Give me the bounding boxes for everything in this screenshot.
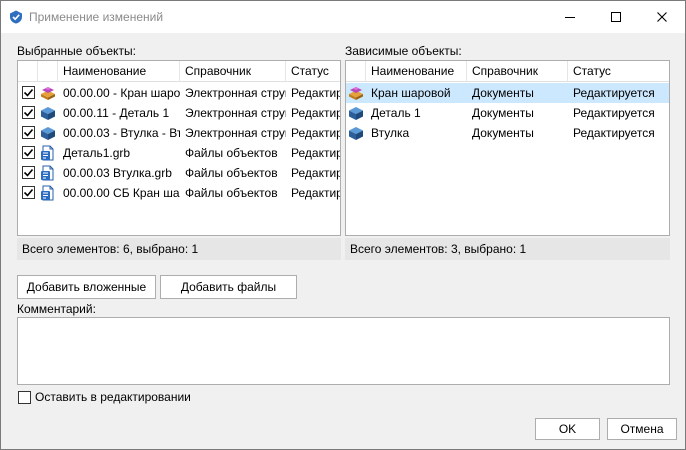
- list-header: Наименование Справочник Статус: [18, 61, 340, 82]
- part-icon: [40, 125, 56, 141]
- dialog-window: Применение изменений Выбранные объекты: …: [0, 0, 686, 450]
- file-icon: [40, 145, 56, 161]
- add-files-button[interactable]: Добавить файлы: [160, 275, 297, 299]
- column-header-reference[interactable]: Справочник: [180, 61, 286, 82]
- cell-status: Редактируется: [573, 126, 655, 140]
- table-row[interactable]: Втулка Документы Редактируется: [346, 123, 669, 143]
- list-header: Наименование Справочник Статус: [346, 61, 669, 82]
- cell-status: Редактируется: [573, 106, 655, 120]
- column-header-status[interactable]: Статус: [568, 61, 669, 82]
- dependent-objects-label: Зависимые объекты:: [345, 44, 462, 58]
- cell-reference: Документы: [472, 86, 534, 100]
- header-icon-column: [38, 61, 58, 82]
- cell-reference: Документы: [472, 106, 534, 120]
- cell-status: Редактируется: [291, 106, 340, 120]
- ok-button[interactable]: OK: [535, 418, 600, 440]
- add-nested-button[interactable]: Добавить вложенные: [17, 275, 156, 299]
- file-icon: [40, 165, 56, 181]
- dependent-objects-list[interactable]: Наименование Справочник Статус Кран шаро…: [345, 60, 670, 236]
- title-bar[interactable]: Применение изменений: [1, 1, 685, 33]
- cell-reference: Электронная структура изделий: [185, 106, 286, 120]
- cell-reference: Файлы объектов: [185, 146, 278, 160]
- row-checkbox[interactable]: [22, 186, 35, 199]
- row-checkbox[interactable]: [22, 126, 35, 139]
- cancel-button[interactable]: Отмена: [607, 418, 677, 440]
- cell-name: 00.00.03 Втулка.grb: [63, 166, 172, 180]
- comment-textarea[interactable]: [17, 317, 670, 385]
- cell-status: Редактируется: [291, 146, 340, 160]
- window-title: Применение изменений: [29, 10, 164, 24]
- assembly-icon: [40, 85, 56, 101]
- selected-objects-status: Всего элементов: 6, выбрано: 1: [17, 238, 341, 260]
- table-row[interactable]: 00.00.11 - Деталь 1 Электронная структура…: [18, 103, 340, 123]
- cell-reference: Электронная структура изделий: [185, 126, 286, 140]
- file-icon: [40, 185, 56, 201]
- cell-reference: Файлы объектов: [185, 166, 278, 180]
- minimize-button[interactable]: [547, 1, 593, 33]
- part-icon: [348, 105, 364, 121]
- keep-editing-label[interactable]: Оставить в редактировании: [35, 390, 191, 404]
- cell-reference: Файлы объектов: [185, 186, 278, 200]
- row-checkbox[interactable]: [22, 106, 35, 119]
- minimize-icon: [565, 17, 575, 18]
- header-icon-column: [346, 61, 366, 82]
- close-icon: [657, 12, 667, 22]
- column-header-name[interactable]: Наименование: [366, 61, 467, 82]
- cell-name: Деталь 1: [371, 106, 421, 120]
- table-row[interactable]: 00.00.03 - Втулка - Втулка Электронная ст…: [18, 123, 340, 143]
- cell-name: Втулка: [371, 126, 410, 140]
- comment-label: Комментарий:: [17, 302, 96, 316]
- cell-name: 00.00.11 - Деталь 1: [63, 106, 170, 120]
- part-icon: [348, 125, 364, 141]
- cell-status: Редактируется: [291, 186, 340, 200]
- close-button[interactable]: [639, 1, 685, 33]
- cell-name: Деталь1.grb: [63, 146, 131, 160]
- table-row[interactable]: Деталь 1 Документы Редактируется: [346, 103, 669, 123]
- assembly-icon: [348, 85, 364, 101]
- maximize-button[interactable]: [593, 1, 639, 33]
- column-header-status[interactable]: Статус: [286, 61, 340, 82]
- part-icon: [40, 105, 56, 121]
- cell-reference: Документы: [472, 126, 534, 140]
- table-row[interactable]: 00.00.00 - Кран шаровой Электронная струк…: [18, 83, 340, 103]
- header-check-column: [18, 61, 38, 82]
- dependent-objects-status: Всего элементов: 3, выбрано: 1: [345, 238, 670, 260]
- table-row[interactable]: 00.00.03 Втулка.grb Файлы объектов Редакти…: [18, 163, 340, 183]
- cell-status: Редактируется: [291, 86, 340, 100]
- keep-editing-checkbox[interactable]: [18, 391, 31, 404]
- selected-objects-list[interactable]: Наименование Справочник Статус 00.00.00 …: [17, 60, 341, 236]
- column-header-name[interactable]: Наименование: [58, 61, 180, 82]
- column-header-reference[interactable]: Справочник: [467, 61, 568, 82]
- table-row[interactable]: Деталь1.grb Файлы объектов Редактируется: [18, 143, 340, 163]
- cell-reference: Электронная структура изделий: [185, 86, 286, 100]
- table-row[interactable]: 00.00.00 СБ Кран шаровой.grb Файлы объект…: [18, 183, 340, 203]
- maximize-icon: [611, 12, 621, 22]
- check-shield-icon: [9, 10, 23, 24]
- row-checkbox[interactable]: [22, 146, 35, 159]
- row-checkbox[interactable]: [22, 166, 35, 179]
- cell-name: 00.00.00 - Кран шаровой: [63, 86, 180, 100]
- table-row[interactable]: Кран шаровой Документы Редактируется: [346, 83, 669, 103]
- selected-objects-label: Выбранные объекты:: [17, 44, 136, 58]
- cell-status: Редактируется: [291, 166, 340, 180]
- row-checkbox[interactable]: [22, 86, 35, 99]
- cell-name: 00.00.00 СБ Кран шаровой.grb: [63, 186, 180, 200]
- cell-status: Редактируется: [573, 86, 655, 100]
- cell-status: Редактируется: [291, 126, 340, 140]
- cell-name: Кран шаровой: [371, 86, 451, 100]
- cell-name: 00.00.03 - Втулка - Втулка: [63, 126, 180, 140]
